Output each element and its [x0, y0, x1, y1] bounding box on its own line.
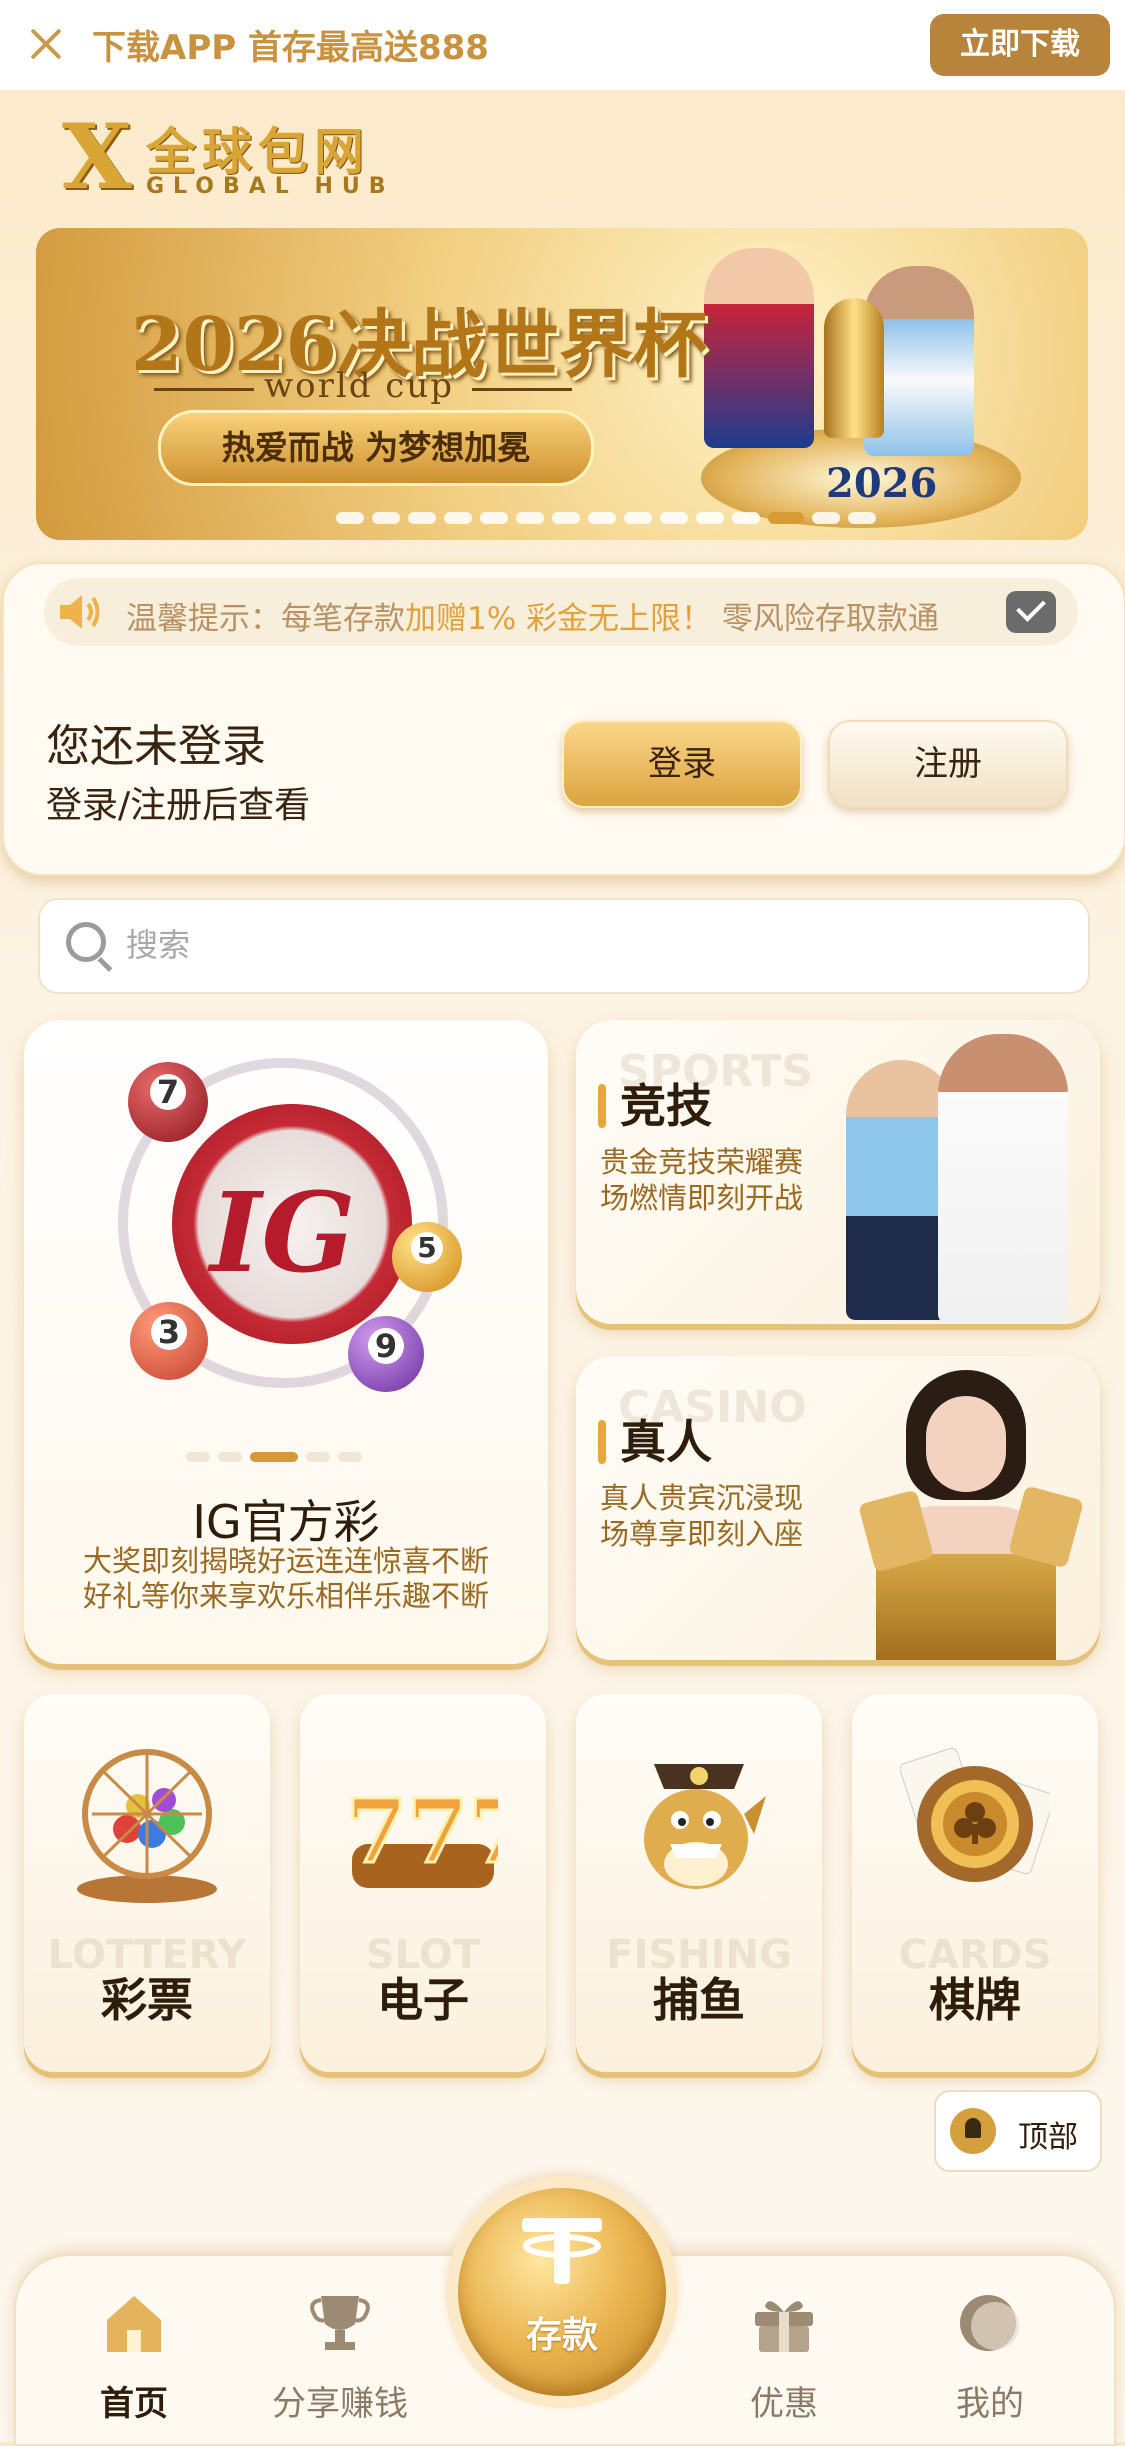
pagination-dot[interactable]	[812, 512, 840, 524]
playing-card-icon	[857, 1489, 935, 1573]
pagination-dot[interactable]	[696, 512, 724, 524]
tab-mine[interactable]: 我的	[900, 2280, 1080, 2430]
ig-description: 大奖即刻揭晓好运连连惊喜不断 好礼等你来享欢乐相伴乐趣不断	[82, 1544, 489, 1613]
pagination-dot[interactable]	[552, 512, 580, 524]
tab-label: 我的	[956, 2384, 1024, 2424]
ig-logo-text: IG	[210, 1168, 356, 1297]
pagination-dot[interactable]	[372, 512, 400, 524]
trophy-icon	[310, 2296, 370, 2350]
tab-promotions[interactable]: 优惠	[694, 2280, 874, 2430]
mail-icon[interactable]	[1006, 591, 1056, 633]
athlete-figure	[938, 1034, 1068, 1324]
banner-pagination[interactable]	[336, 512, 876, 532]
login-button[interactable]: 登录	[562, 720, 802, 808]
title-accent-bar	[598, 1420, 606, 1464]
trophy-icon	[824, 298, 884, 438]
speaker-icon	[60, 595, 100, 629]
player-figure	[704, 248, 814, 448]
notice-text: 温馨提示：每笔存款加赠1% 彩金无上限！ 零风险存取款通	[126, 601, 939, 637]
tether-icon	[522, 2218, 602, 2284]
logo-mark: X	[62, 104, 132, 210]
download-promo-text: 下载APP 首存最高送888	[92, 28, 489, 68]
divider	[472, 388, 572, 391]
banner-subtitle: world cup	[264, 366, 454, 406]
lottery-ball: 9	[348, 1316, 424, 1392]
tab-label: 分享赚钱	[272, 2384, 408, 2424]
ig-pagination[interactable]	[186, 1452, 362, 1462]
lottery-ball: 3	[130, 1302, 208, 1380]
banner-slogan: 热爱而战 为梦想加冕	[158, 410, 594, 486]
shark-pirate-icon	[644, 1764, 766, 1889]
tab-label: 优惠	[750, 2384, 818, 2424]
pagination-dot[interactable]	[848, 512, 876, 524]
pagination-dot[interactable]	[306, 1452, 330, 1462]
pagination-dot[interactable]	[624, 512, 652, 524]
lottery-ball: 5	[392, 1222, 462, 1292]
pagination-dot[interactable]	[588, 512, 616, 524]
pagination-dot[interactable]	[250, 1452, 298, 1462]
close-icon[interactable]	[26, 24, 66, 64]
pagination-dot[interactable]	[732, 512, 760, 524]
lottery-ball: 7	[128, 1062, 208, 1142]
tab-share-earn[interactable]: 分享赚钱	[250, 2280, 430, 2430]
home-icon	[107, 2296, 161, 2352]
tab-label: 首页	[100, 2384, 168, 2424]
register-button[interactable]: 注册	[828, 720, 1068, 808]
game-card-live-casino[interactable]: CASINO 真人 真人贵宾沉浸现场尊享即刻入座	[576, 1356, 1100, 1660]
slot-777-icon: 777	[348, 1778, 498, 1888]
logo-name-en: GLOBAL HUB	[146, 174, 395, 199]
title-accent-bar	[598, 1084, 606, 1128]
category-label: 捕鱼	[653, 1973, 745, 2027]
category-label: 电子	[377, 1973, 469, 2027]
login-status-subtitle: 登录/注册后查看	[46, 785, 311, 826]
pagination-dot[interactable]	[338, 1452, 362, 1462]
category-fishing[interactable]: FISHING 捕鱼	[576, 1694, 822, 2072]
download-now-button[interactable]: 立即下载	[930, 14, 1110, 76]
rocket-icon	[950, 2108, 996, 2154]
card-description: 真人贵宾沉浸现场尊享即刻入座	[600, 1481, 804, 1551]
pagination-dot[interactable]	[408, 512, 436, 524]
category-cards[interactable]: CARDS 棋牌	[852, 1694, 1098, 2072]
pagination-dot[interactable]	[186, 1452, 210, 1462]
dealer-face	[926, 1396, 1006, 1492]
card-title: 真人	[620, 1415, 712, 1469]
lottery-cage-icon	[77, 1749, 217, 1903]
banner-year-badge: 2026	[826, 460, 938, 507]
pagination-dot[interactable]	[660, 512, 688, 524]
pagination-dot[interactable]	[516, 512, 544, 524]
pagination-dot[interactable]	[336, 512, 364, 524]
category-lottery[interactable]: LOTTERY 彩票	[24, 1694, 270, 2072]
divider	[154, 388, 254, 391]
svg-text:777: 777	[348, 1779, 498, 1883]
pagination-dot[interactable]	[218, 1452, 242, 1462]
category-label: 彩票	[101, 1973, 193, 2027]
pagination-dot[interactable]	[480, 512, 508, 524]
tab-home[interactable]: 首页	[44, 2280, 224, 2430]
poker-chip-icon	[900, 1747, 1050, 1882]
promo-banner[interactable]: 2026决战世界杯 world cup 热爱而战 为梦想加冕 2026	[36, 228, 1088, 540]
deposit-label: 存款	[525, 2315, 598, 2356]
search-input[interactable]	[124, 912, 1028, 978]
card-description: 贵金竞技荣耀赛场燃情即刻开战	[600, 1145, 804, 1215]
playing-card-icon	[1007, 1485, 1085, 1569]
category-label: 棋牌	[929, 1973, 1021, 2027]
gift-icon	[755, 2301, 813, 2352]
back-to-top-label: 顶部	[1018, 2120, 1078, 2155]
ig-title: IG官方彩	[192, 1495, 380, 1549]
pagination-dot[interactable]	[768, 512, 804, 524]
login-status-title: 您还未登录	[46, 721, 266, 772]
pagination-dot[interactable]	[444, 512, 472, 524]
category-slot[interactable]: 777 SLOT 电子	[300, 1694, 546, 2072]
card-title: 竞技	[620, 1079, 712, 1133]
search-icon	[66, 922, 106, 962]
game-card-sports[interactable]: SPORTS 竞技 贵金竞技荣耀赛场燃情即刻开战	[576, 1020, 1100, 1324]
user-icon	[960, 2295, 1019, 2351]
